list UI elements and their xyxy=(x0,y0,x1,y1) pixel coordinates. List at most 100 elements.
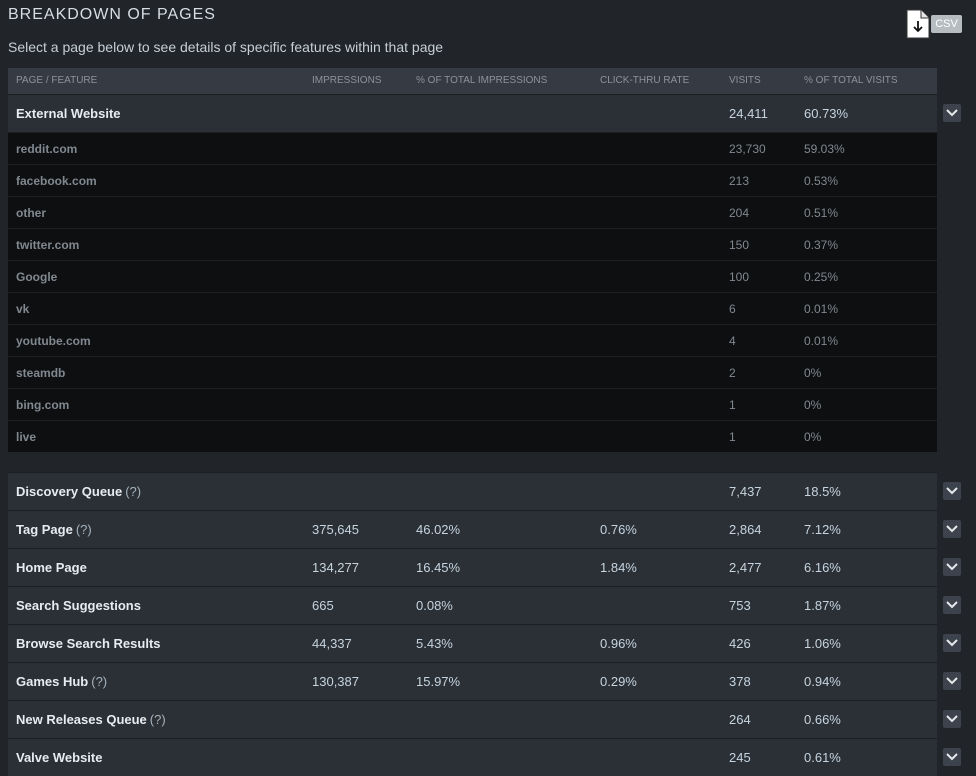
sub-row: twitter.com 150 0.37% xyxy=(8,228,937,260)
sub-row-visits: 4 xyxy=(729,334,736,348)
sub-row: steamdb 2 0% xyxy=(8,356,937,388)
sub-row-visits: 1 xyxy=(729,398,736,412)
sub-row-visits: 2 xyxy=(729,366,736,380)
sub-row: live 1 0% xyxy=(8,420,937,452)
chevron-down-icon xyxy=(946,487,958,495)
help-tooltip-icon[interactable]: (?) xyxy=(76,522,92,537)
csv-download-button[interactable]: CSV xyxy=(906,9,962,39)
row-impressions: 665 xyxy=(312,598,334,613)
chevron-down-icon xyxy=(946,563,958,571)
chevron-down-icon xyxy=(946,753,958,761)
row-pct-visits: 60.73% xyxy=(804,106,849,121)
row-pct-visits: 1.87% xyxy=(804,598,841,613)
row-ctr: 0.29% xyxy=(600,674,637,689)
sub-row-pct: 0.51% xyxy=(804,206,839,220)
sub-row-name: twitter.com xyxy=(16,238,80,252)
expand-toggle[interactable] xyxy=(943,104,961,122)
sub-row-pct: 59.03% xyxy=(804,142,845,156)
row-name: Tag Page xyxy=(16,522,73,537)
table-row[interactable]: Tag Page (?) 375,645 46.02% 0.76% 2,864 7.12% xyxy=(8,510,961,548)
expand-toggle[interactable] xyxy=(943,672,961,690)
table-row[interactable]: Home Page 134,277 16.45% 1.84% 2,477 6.16% xyxy=(8,548,961,586)
row-name: Games Hub xyxy=(16,674,89,689)
file-download-icon xyxy=(906,9,930,39)
help-tooltip-icon[interactable]: (?) xyxy=(91,674,107,689)
expand-toggle[interactable] xyxy=(943,520,961,538)
table-row[interactable]: Search Suggestions 665 0.08% 753 1.87% xyxy=(8,586,961,624)
row-name: Discovery Queue xyxy=(16,484,123,499)
row-visits: 2,864 xyxy=(729,522,762,537)
sub-row: reddit.com 23,730 59.03% xyxy=(8,132,937,164)
sub-row-visits: 150 xyxy=(729,238,750,252)
sub-row-pct: 0% xyxy=(804,430,822,444)
csv-label: CSV xyxy=(931,15,962,33)
row-ctr: 1.84% xyxy=(600,560,637,575)
sub-row-name: reddit.com xyxy=(16,142,78,156)
pages-table: PAGE / FEATURE IMPRESSIONS % OF TOTAL IM… xyxy=(8,68,976,776)
help-tooltip-icon[interactable]: (?) xyxy=(150,712,166,727)
row-ctr: 0.96% xyxy=(600,636,637,651)
expand-toggle[interactable] xyxy=(943,748,961,766)
row-pct-impressions: 5.43% xyxy=(416,636,453,651)
sub-row: bing.com 1 0% xyxy=(8,388,937,420)
row-impressions: 44,337 xyxy=(312,636,352,651)
expand-toggle[interactable] xyxy=(943,634,961,652)
row-pct-visits: 0.61% xyxy=(804,750,841,765)
expand-toggle[interactable] xyxy=(943,710,961,728)
expand-toggle[interactable] xyxy=(943,596,961,614)
help-tooltip-icon[interactable]: (?) xyxy=(125,484,141,499)
col-page-feature: PAGE / FEATURE xyxy=(16,75,98,86)
table-row[interactable]: Discovery Queue (?) 7,437 18.5% xyxy=(8,472,961,510)
expand-toggle[interactable] xyxy=(943,558,961,576)
sub-row: facebook.com 213 0.53% xyxy=(8,164,937,196)
table-row[interactable]: Browse Search Results 44,337 5.43% 0.96% 426… xyxy=(8,624,961,662)
row-name: External Website xyxy=(16,106,121,121)
sub-row-pct: 0.37% xyxy=(804,238,839,252)
sub-row-pct: 0.01% xyxy=(804,302,839,316)
chevron-down-icon xyxy=(946,601,958,609)
row-pct-impressions: 0.08% xyxy=(416,598,453,613)
row-name: Browse Search Results xyxy=(16,636,161,651)
col-visits: VISITS xyxy=(729,75,761,86)
sub-row-visits: 6 xyxy=(729,302,736,316)
sub-row-visits: 204 xyxy=(729,206,750,220)
chevron-down-icon xyxy=(946,677,958,685)
col-impressions: IMPRESSIONS xyxy=(312,75,382,86)
table-row[interactable]: New Releases Queue (?) 264 0.66% xyxy=(8,700,961,738)
row-visits: 378 xyxy=(729,674,751,689)
sub-row-visits: 213 xyxy=(729,174,750,188)
row-pct-impressions: 15.97% xyxy=(416,674,461,689)
table-row-external-website[interactable]: External Website 24,411 60.73% xyxy=(8,94,961,132)
expand-toggle[interactable] xyxy=(943,482,961,500)
sub-row-name: bing.com xyxy=(16,398,70,412)
row-visits: 24,411 xyxy=(729,106,768,121)
sub-row-pct: 0% xyxy=(804,398,822,412)
sub-row-visits: 23,730 xyxy=(729,142,766,156)
table-row[interactable]: Valve Website 245 0.61% xyxy=(8,738,961,776)
col-pct-impressions: % OF TOTAL IMPRESSIONS xyxy=(416,75,548,86)
sub-row: vk 6 0.01% xyxy=(8,292,937,324)
chevron-down-icon xyxy=(946,525,958,533)
chevron-down-icon xyxy=(946,109,958,117)
row-visits: 264 xyxy=(729,712,751,727)
sub-row-name: steamdb xyxy=(16,366,66,380)
row-name: Valve Website xyxy=(16,750,103,765)
row-pct-visits: 1.06% xyxy=(804,636,841,651)
sub-row-pct: 0% xyxy=(804,366,822,380)
row-name: Search Suggestions xyxy=(16,598,141,613)
table-row[interactable]: Games Hub (?) 130,387 15.97% 0.29% 378 0.94% xyxy=(8,662,961,700)
col-ctr: CLICK-THRU RATE xyxy=(600,75,690,86)
sub-row-name: Google xyxy=(16,270,58,284)
row-pct-visits: 7.12% xyxy=(804,522,841,537)
row-impressions: 134,277 xyxy=(312,560,359,575)
sub-row: Google 100 0.25% xyxy=(8,260,937,292)
row-pct-visits: 6.16% xyxy=(804,560,841,575)
row-pct-visits: 0.66% xyxy=(804,712,841,727)
sub-row-name: youtube.com xyxy=(16,334,91,348)
row-visits: 7,437 xyxy=(729,484,762,499)
sub-row-name: facebook.com xyxy=(16,174,97,188)
row-pct-impressions: 46.02% xyxy=(416,522,461,537)
row-visits: 753 xyxy=(729,598,751,613)
row-name: New Releases Queue xyxy=(16,712,147,727)
row-impressions: 130,387 xyxy=(312,674,359,689)
